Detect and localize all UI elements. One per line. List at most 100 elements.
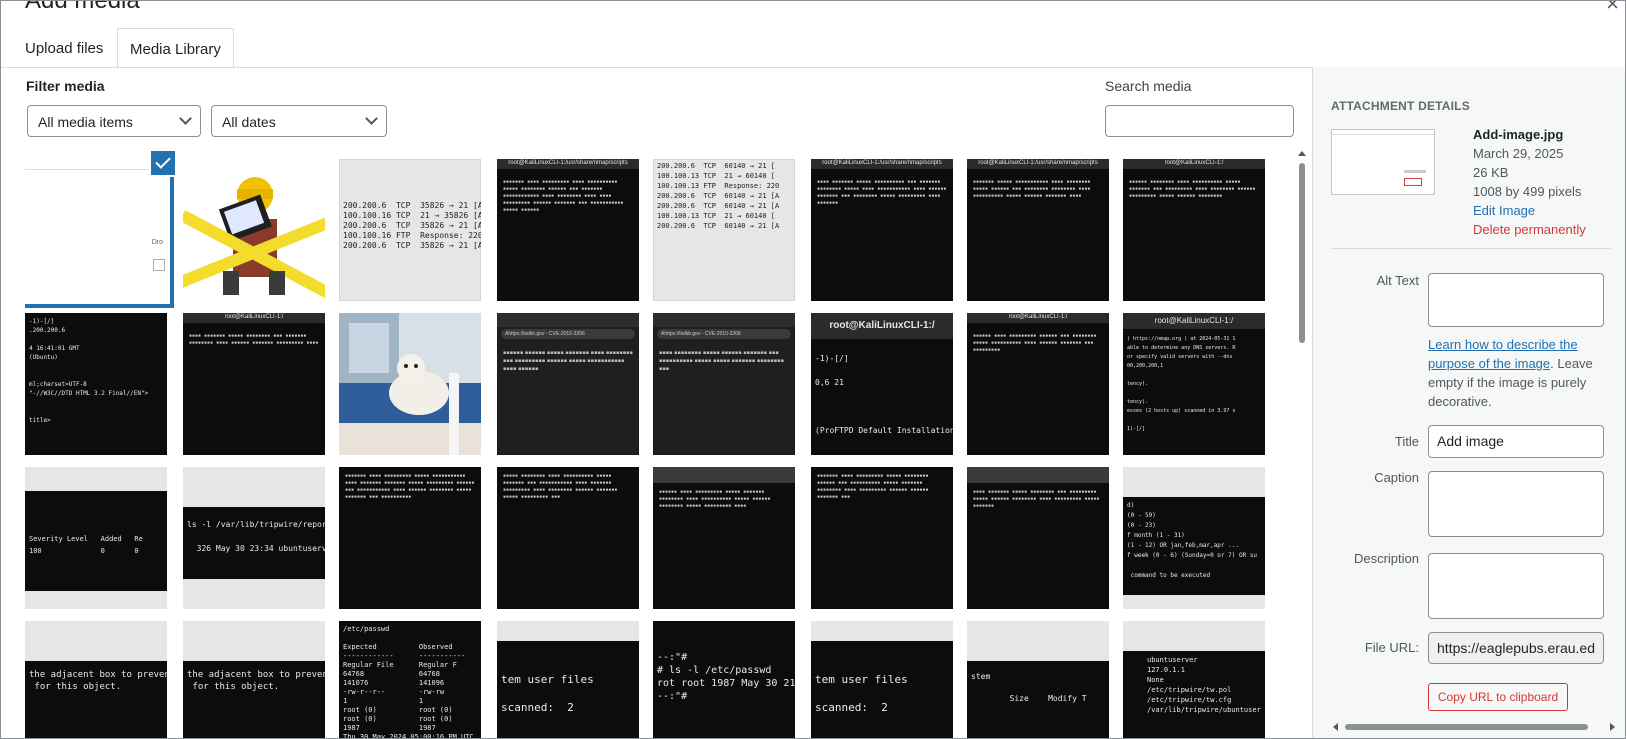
tab-media-library[interactable]: Media Library: [117, 28, 234, 69]
tile-thumb-text: -1)-[/] .200.200.6 4 16:41:01 GMT (Ubunt…: [29, 318, 149, 424]
title-field[interactable]: Add image: [1428, 425, 1604, 458]
terminal-lines: ▪▪▪▪▪▪▪ ▪▪▪▪ ▪▪▪▪▪▪▪▪▪ ▪▪▪▪ ▪▪▪▪▪▪▪▪▪▪ ▪…: [503, 179, 624, 213]
attachment-tile-terminal-2[interactable]: root@KaliLinuxCLI-1:/ ▪▪▪▪ ▪▪▪▪▪▪▪ ▪▪▪▪▪…: [183, 313, 325, 455]
scroll-left-icon[interactable]: [1333, 723, 1338, 731]
attachment-tile-terminal-5[interactable]: root@KaliLinuxCLI-1:/ ( https://nmap.org…: [1123, 313, 1265, 455]
tile-thumb-text: stem Size Modify T: [971, 672, 1087, 703]
alt-text-help: Learn how to describe the purpose of the…: [1428, 335, 1612, 411]
attachment-tile-crontab-2[interactable]: ▪▪▪▪▪ ▪▪▪▪▪▪▪▪ ▪▪▪▪ ▪▪▪▪▪▪▪▪▪▪ ▪▪▪▪▪ ▪▪▪…: [497, 467, 639, 609]
alt-text-field[interactable]: [1428, 273, 1604, 327]
attachment-tile-terminal-nmap-2[interactable]: root@KaliLinuxCLI-1:/usr/share/nmap/scri…: [811, 159, 953, 301]
terminal-lines: ▪▪▪▪▪▪▪ ▪▪▪▪▪ ▪▪▪▪▪▪▪▪▪▪▪ ▪▪▪▪ ▪▪▪▪▪▪▪▪ …: [973, 179, 1091, 199]
caption-label: Caption: [1374, 470, 1419, 485]
tab-upload-files[interactable]: Upload files: [13, 28, 115, 67]
attachment-tile-tripwire-config[interactable]: ubuntuserver 127.0.1.1 None /etc/tripwir…: [1123, 621, 1265, 738]
scrollbar-thumb[interactable]: [1299, 163, 1305, 343]
attachment-tile-tripwire-scan-2[interactable]: S tem user files 1 scanned: 2: [811, 621, 953, 738]
media-type-select[interactable]: All media items: [27, 105, 201, 137]
tab-divider: [1, 67, 1313, 68]
attachment-tile-permissions-1[interactable]: the adjacent box to prevent up for this …: [25, 621, 167, 738]
tile-window-title: root@KaliLinuxCLI-1:/: [1154, 316, 1234, 325]
attachment-tile-crontab-6[interactable]: d) (0 - 59) (0 - 23) f month (1 - 31) (1…: [1123, 467, 1265, 609]
chevron-down-icon: [365, 112, 378, 125]
tile-window-title: root@KaliLinuxCLI-1:/usr/share/nmap/scri…: [822, 160, 942, 166]
media-grid: Dro 200.200.6 TCP 35826 → 21 [A 100.100.…: [25, 159, 1285, 739]
close-icon[interactable]: ×: [1606, 1, 1619, 17]
description-field[interactable]: [1428, 553, 1604, 619]
tile-thumb-text: the adjacent box to prevent up for this …: [187, 670, 325, 692]
attachment-thumbnail: [1331, 129, 1435, 195]
attachment-tile-tripwire-stem[interactable]: stem Size Modify T: [967, 621, 1109, 738]
attachment-tile-terminal-nmap-1[interactable]: root@KaliLinuxCLI-1:/usr/share/nmap/scri…: [497, 159, 639, 301]
attachment-tile-crontab-5[interactable]: ▪▪▪▪ ▪▪▪▪▪▪▪ ▪▪▪▪▪ ▪▪▪▪▪▪▪▪ ▪▪▪ ▪▪▪▪▪▪▪▪…: [967, 467, 1109, 609]
attachment-tile-terminal-3[interactable]: root@KaliLinuxCLI-1:/ -1)-[/] 0,6 21 (Pr…: [811, 313, 953, 455]
search-media-input[interactable]: [1105, 105, 1294, 137]
media-tabs: Upload files Media Library: [1, 28, 1313, 69]
scroll-up-icon[interactable]: [1298, 151, 1306, 156]
terminal-lines: ▪▪▪▪▪ ▪▪▪▪▪▪▪▪ ▪▪▪▪ ▪▪▪▪▪▪▪▪▪▪ ▪▪▪▪▪ ▪▪▪…: [503, 473, 618, 500]
attachment-details-sidebar: ATTACHMENT DETAILS Add-image.jpg March 2…: [1312, 67, 1625, 738]
alt-text-label: Alt Text: [1376, 273, 1419, 288]
attachment-tile-browser-search-2[interactable]: Ahttps://lsdkb.gov - CVE-2015-3306 ▪▪▪▪ …: [653, 313, 795, 455]
attachment-meta: Add-image.jpg March 29, 2025 26 KB 1008 …: [1473, 125, 1586, 239]
attachment-tile-terminal-4[interactable]: root@KaliLinuxCLI-1:/ ▪▪▪▪▪▪ ▪▪▪▪ ▪▪▪▪▪▪…: [967, 313, 1109, 455]
attachment-tile-tripwire-passwd[interactable]: /etc/passwd Expected Observed ----------…: [339, 621, 481, 739]
tile-window-title: root@KaliLinuxCLI-1:/: [1164, 160, 1224, 166]
attachment-tile-dog-photo[interactable]: [339, 313, 481, 455]
attachment-tile-tripwire-scan-1[interactable]: S tem user files 1 scanned: 2: [497, 621, 639, 738]
edit-image-link[interactable]: Edit Image: [1473, 201, 1586, 220]
attachment-tile-under-construction[interactable]: [183, 159, 325, 301]
scroll-right-icon[interactable]: [1610, 723, 1615, 731]
tile-thumb-text: Ahttps://lsdkb.gov - CVE-2015-3306: [501, 329, 635, 339]
tile-window-title: root@KaliLinuxCLI-1:/: [1008, 314, 1068, 320]
tile-thumb-text: Dro: [151, 239, 163, 246]
file-url-label: File URL:: [1364, 640, 1419, 655]
terminal-lines: ▪▪▪▪ ▪▪▪▪▪▪▪ ▪▪▪▪▪ ▪▪▪▪▪▪▪▪▪▪ ▪▪▪ ▪▪▪▪▪▪…: [817, 179, 947, 206]
tile-thumb-text: Severity Level Added Re 100 0 0: [29, 535, 143, 555]
attachment-tile-browser-search-1[interactable]: Ahttps://lsdkb.gov - CVE-2015-3306 ▪▪▪▪▪…: [497, 313, 639, 455]
title-label: Title: [1394, 434, 1419, 449]
attachment-tile-terminal-nmap-3[interactable]: root@KaliLinuxCLI-1:/usr/share/nmap/scri…: [967, 159, 1109, 301]
description-label: Description: [1353, 551, 1419, 566]
attachment-tile-ls-passwd[interactable]: --:"# # ls -l /etc/passwd rot root 1987 …: [653, 621, 795, 738]
grid-scrollbar[interactable]: [1297, 149, 1307, 738]
attachment-tile-permissions-2[interactable]: the adjacent box to prevent up for this …: [183, 621, 325, 738]
tile-thumb-text: 200.200.6 TCP 35826 → 21 [A 100.100.16 T…: [343, 201, 481, 250]
attachment-tile-terminal-curl[interactable]: -1)-[/] .200.200.6 4 16:41:01 GMT (Ubunt…: [25, 313, 167, 455]
caption-field[interactable]: [1428, 471, 1604, 537]
attachment-tile-tripwire-report-2[interactable]: ls -l /var/lib/tripwire/report/ 326 May …: [183, 467, 325, 609]
tile-window-title: root@KaliLinuxCLI-1:/usr/share/nmap/scri…: [508, 160, 628, 166]
attachment-tile-wireshark-1[interactable]: 200.200.6 TCP 35826 → 21 [A 100.100.16 T…: [339, 159, 481, 301]
attachment-tile-selected[interactable]: Dro: [25, 159, 167, 301]
tile-thumb-text: ubuntuserver 127.0.1.1 None /etc/tripwir…: [1147, 656, 1261, 714]
attachment-tile-crontab-1[interactable]: ▪▪▪▪▪▪▪ ▪▪▪▪ ▪▪▪▪▪▪▪▪▪ ▪▪▪▪▪ ▪▪▪▪▪▪▪▪▪▪▪…: [339, 467, 481, 609]
attachment-tile-terminal-1[interactable]: root@KaliLinuxCLI-1:/ ▪▪▪▪▪▪ ▪▪▪▪▪▪▪▪ ▪▪…: [1123, 159, 1265, 301]
attachment-tile-tripwire-report-1[interactable]: Severity Level Added Re 100 0 0: [25, 467, 167, 609]
attachment-tile-crontab-4[interactable]: ▪▪▪▪▪▪▪ ▪▪▪▪ ▪▪▪▪▪▪▪▪▪ ▪▪▪▪▪ ▪▪▪▪▪▪▪▪ ▪▪…: [811, 467, 953, 609]
attachment-size: 26 KB: [1473, 165, 1509, 180]
file-url-field[interactable]: https://eaglepubs.erau.ed: [1428, 632, 1604, 664]
sidebar-horizontal-scrollbar[interactable]: [1331, 722, 1617, 732]
attachment-tile-crontab-3[interactable]: ▪▪▪▪▪▪ ▪▪▪▪ ▪▪▪▪▪▪▪▪▪ ▪▪▪▪▪ ▪▪▪▪▪▪▪ ▪▪▪▪…: [653, 467, 795, 609]
chevron-down-icon: [179, 112, 192, 125]
media-date-select[interactable]: All dates: [211, 105, 387, 137]
delete-permanently-link[interactable]: Delete permanently: [1473, 220, 1586, 239]
tile-thumb-text: /etc/passwd Expected Observed ----------…: [343, 625, 474, 739]
copy-url-button[interactable]: Copy URL to clipboard: [1428, 683, 1568, 711]
dog-photo-image: [339, 313, 481, 455]
tile-window-title: root@KaliLinuxCLI-1:/: [224, 314, 284, 320]
scrollbar-thumb[interactable]: [1345, 724, 1588, 730]
terminal-lines: ▪▪▪▪▪▪ ▪▪▪▪▪▪▪▪ ▪▪▪▪ ▪▪▪▪▪▪▪▪▪▪ ▪▪▪▪▪ ▪▪…: [1129, 179, 1256, 199]
terminal-lines: ▪▪▪▪▪▪ ▪▪▪▪ ▪▪▪▪▪▪▪▪▪ ▪▪▪▪▪ ▪▪▪▪▪▪▪ ▪▪▪▪…: [659, 489, 771, 509]
tile-thumb-text: d) (0 - 59) (0 - 23) f month (1 - 31) (1…: [1127, 502, 1258, 579]
terminal-lines: ▪▪▪▪▪▪ ▪▪▪▪ ▪▪▪▪▪▪▪▪▪ ▪▪▪▪▪▪ ▪▪▪ ▪▪▪▪▪▪▪…: [973, 333, 1097, 353]
tile-thumb-text: ls -l /var/lib/tripwire/report/ 326 May …: [187, 520, 325, 553]
tile-thumb-text: -1)-[/] 0,6 21 (ProFTPD Default Installa…: [815, 354, 953, 435]
tile-window-title: root@KaliLinuxCLI-1:/usr/share/nmap/scri…: [978, 160, 1098, 166]
attachment-dimensions: 1008 by 499 pixels: [1473, 184, 1582, 199]
attachment-filename: Add-image.jpg: [1473, 127, 1564, 142]
attachment-tile-wireshark-2[interactable]: 200.200.6 TCP 60140 → 21 [ 100.100.13 TC…: [653, 159, 795, 301]
search-results-lines: ▪▪▪▪ ▪▪▪▪▪▪▪▪ ▪▪▪▪▪ ▪▪▪▪▪▪ ▪▪▪▪▪▪▪ ▪▪▪ ▪…: [659, 350, 784, 372]
selected-check-icon[interactable]: [149, 149, 177, 177]
media-date-value: All dates: [222, 114, 276, 130]
